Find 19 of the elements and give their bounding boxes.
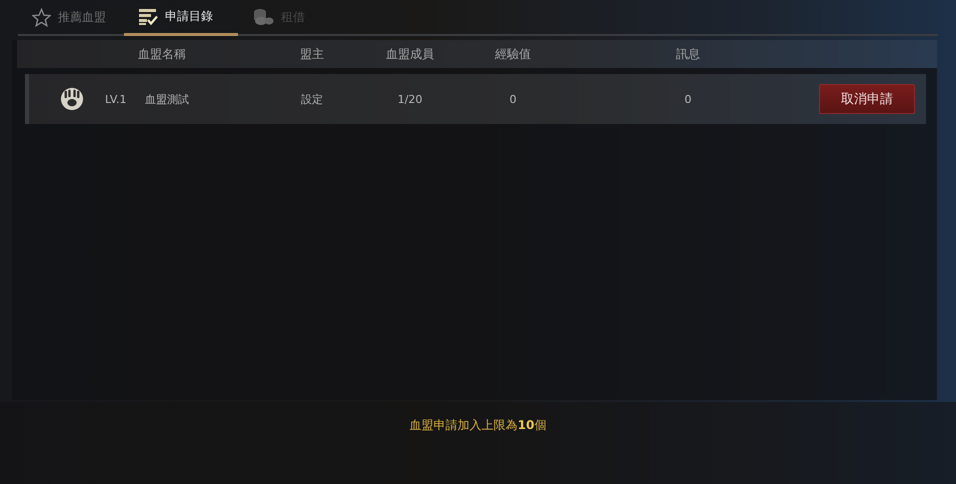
paw-emblem-icon: [60, 87, 84, 111]
column-header: 血盟名稱: [138, 46, 186, 60]
experience-value: 0: [510, 92, 516, 106]
clan-row[interactable]: LV.1 血盟測試 設定 1/20 0 0 取消申請: [25, 74, 926, 124]
column-header: 盟主: [300, 46, 324, 60]
checklist-icon: [138, 8, 158, 26]
clan-leader: 設定: [301, 92, 323, 106]
star-icon: [32, 8, 51, 26]
cancel-application-button[interactable]: 取消申請: [819, 84, 915, 114]
tab[interactable]: 申請目錄: [124, 0, 238, 36]
column-header: 血盟成員: [386, 46, 434, 60]
clan-name: 血盟測試: [145, 92, 189, 106]
column-header: 經驗值: [495, 46, 531, 60]
coins-icon: [252, 8, 274, 26]
limit-note: 血盟申請加入上限為10個: [410, 416, 546, 434]
clan-level: LV.1: [105, 92, 127, 106]
message-count: 0: [684, 92, 692, 106]
column-header: 訊息: [676, 46, 700, 60]
member-count: 1/20: [398, 92, 422, 106]
